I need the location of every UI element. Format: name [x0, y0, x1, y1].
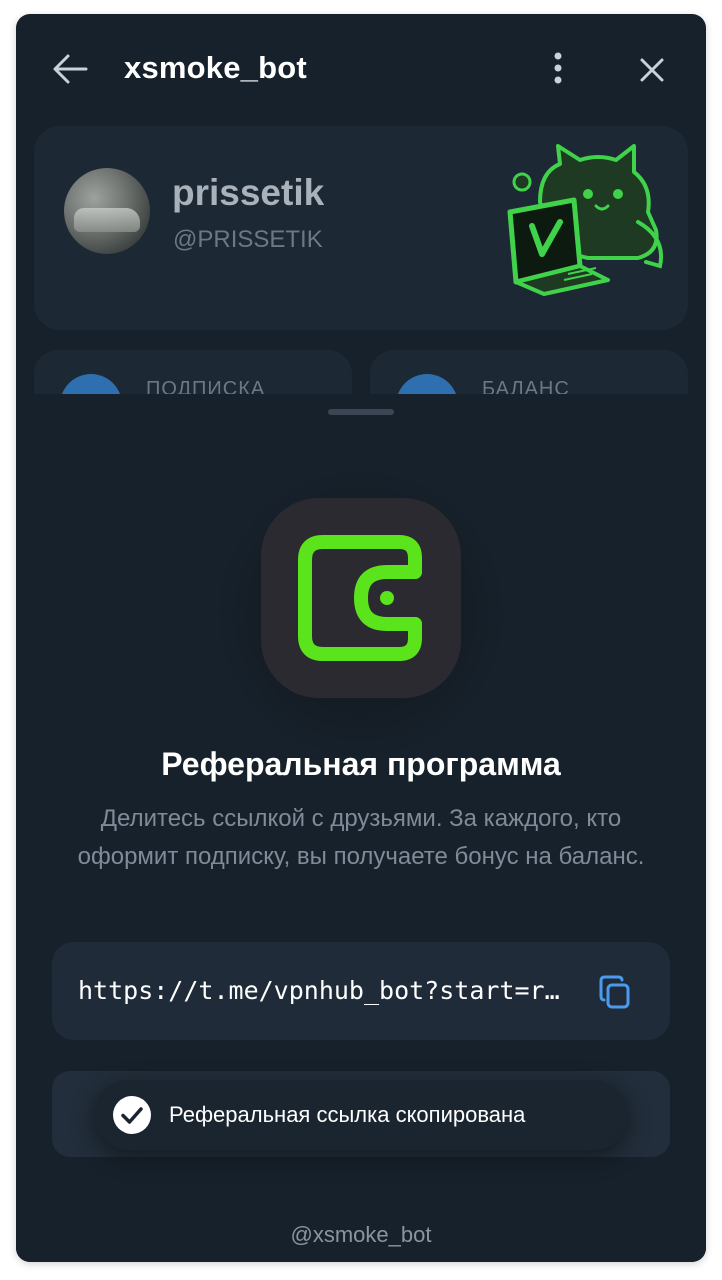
- referral-sheet: Реферальная программа Делитесь ссылкой с…: [16, 394, 706, 1262]
- more-vertical-icon: [554, 52, 562, 84]
- referral-link-text[interactable]: https://t.me/vpnhub_bot?start=ref: [78, 976, 568, 1005]
- profile-handle: @PRISSETIK: [173, 226, 323, 253]
- copied-toast: Реферальная ссылка скопирована: [94, 1080, 628, 1150]
- wallet-icon-tile: [261, 498, 461, 698]
- copy-icon: [599, 975, 630, 1009]
- close-icon: [640, 58, 664, 82]
- toast-message: Реферальная ссылка скопирована: [169, 1102, 526, 1127]
- page-title: xsmoke_bot: [124, 50, 307, 85]
- cat-laptop-logo: [507, 144, 663, 296]
- arrow-left-icon: [53, 54, 88, 84]
- check-circle-icon: [113, 1096, 151, 1134]
- sheet-drag-handle[interactable]: [328, 409, 394, 415]
- profile-name: prissetik: [172, 172, 325, 213]
- close-button[interactable]: [636, 54, 668, 86]
- sheet-description: Делитесь ссылкой с друзьями. За каждого,…: [77, 805, 645, 870]
- back-button[interactable]: [50, 52, 90, 86]
- referral-link-field[interactable]: https://t.me/vpnhub_bot?start=ref: [52, 942, 670, 1040]
- more-button[interactable]: [544, 50, 572, 86]
- wallet-icon: [298, 535, 422, 661]
- sheet-title: Реферальная программа: [161, 746, 561, 782]
- header: xsmoke_bot: [16, 14, 706, 124]
- avatar: [64, 168, 150, 254]
- bot-handle-footer: @xsmoke_bot: [290, 1222, 432, 1247]
- copy-button[interactable]: [598, 974, 632, 1010]
- mini-app-window: xsmoke_bot prissetik @PRISSETIK ПОДПИСКА…: [16, 14, 706, 1262]
